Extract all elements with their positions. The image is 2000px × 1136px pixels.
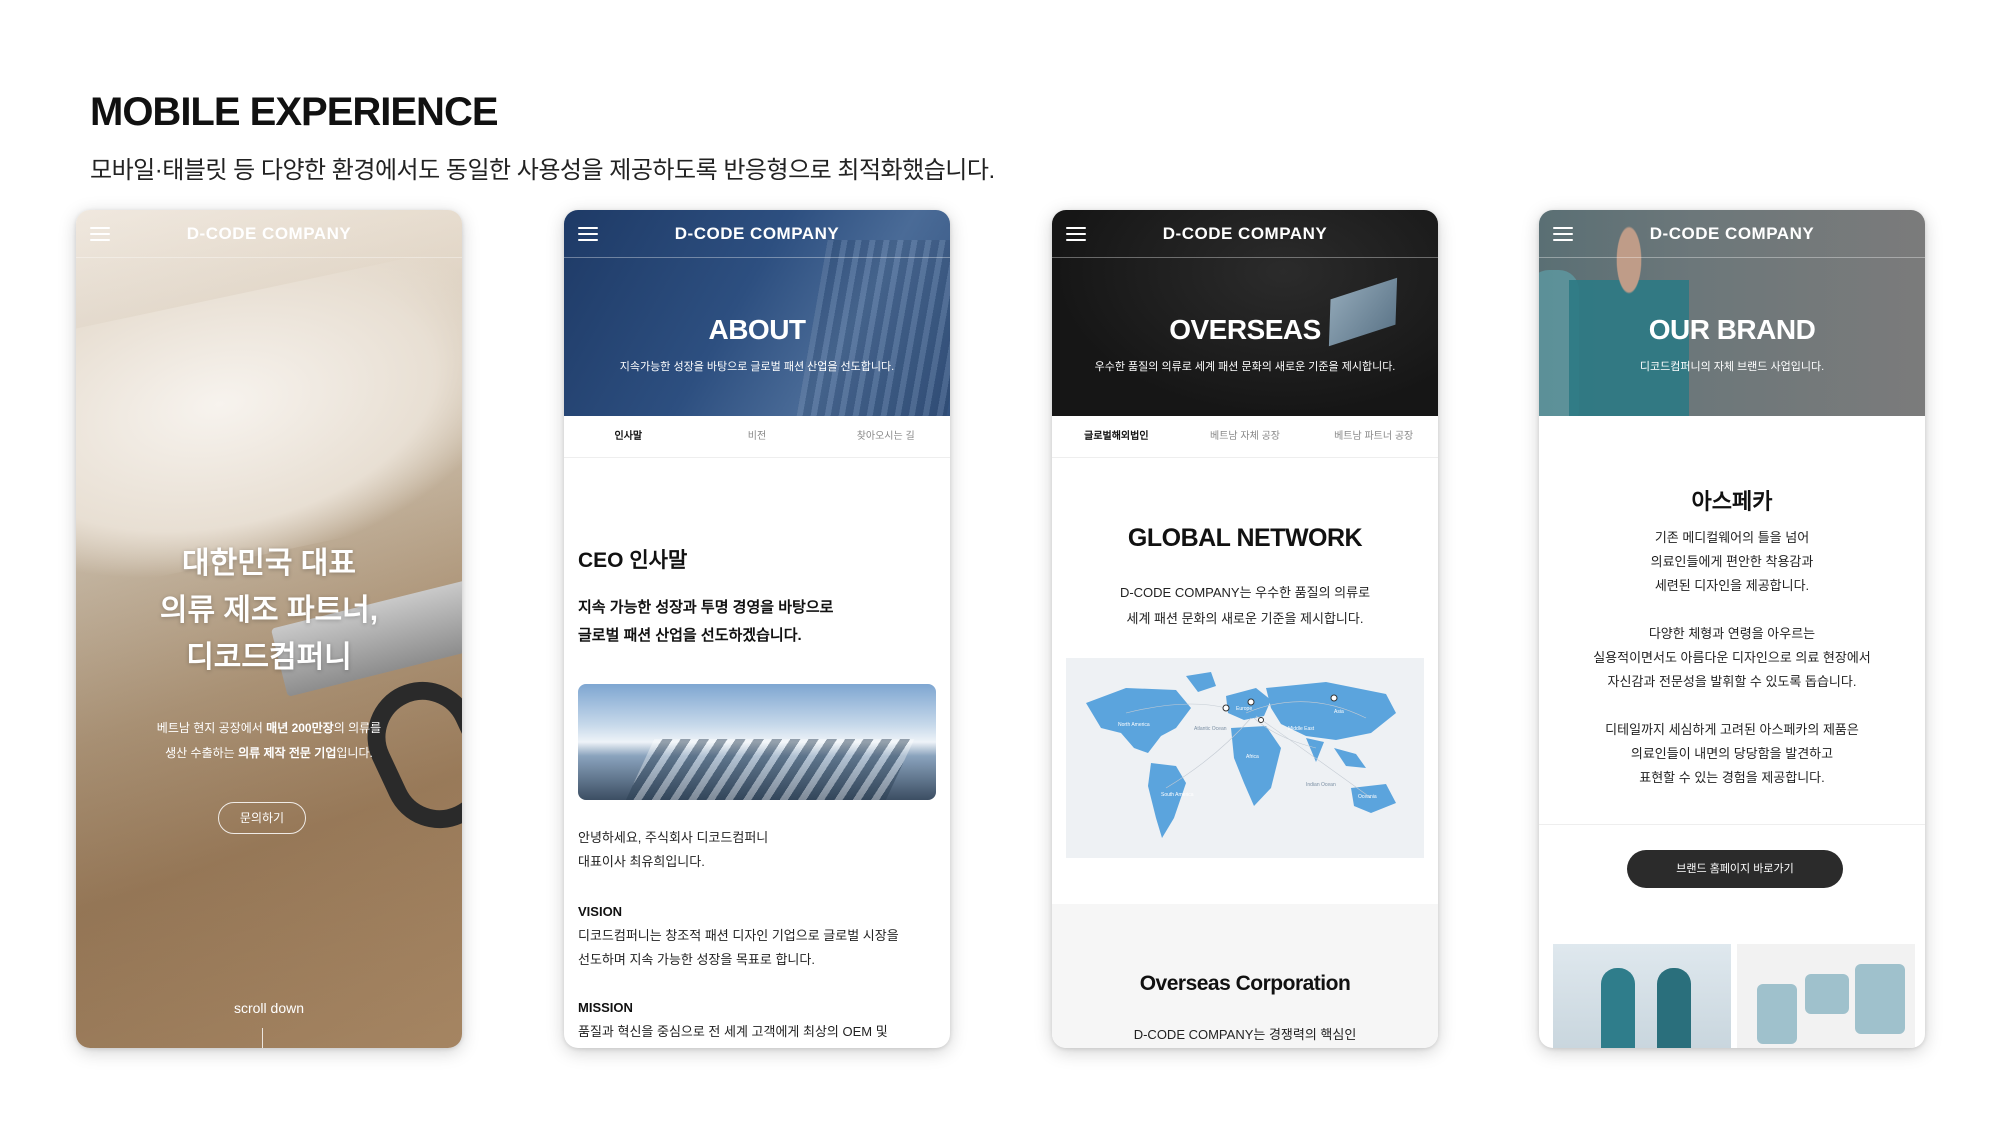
phone-screen-about: ABOUT 지속가능한 성장을 바탕으로 글로벌 패션 산업을 선도합니다. D… [564,210,950,1048]
phone-screen-our-brand: OUR BRAND 디코드컴퍼니의 자체 브랜드 사업입니다. D-CODE C… [1539,210,1925,1048]
tab-global-corporation[interactable]: 글로벌해외법인 [1052,416,1181,457]
hero-title: OUR BRAND [1648,314,1816,345]
hero-description: 디코드컴퍼니의 자체 브랜드 사업입니다. [1639,361,1825,373]
hero-title: ABOUT [708,314,806,345]
lead-text: 지속 가능한 성장과 투명 경영을 바탕으로 글로벌 패션 산업을 선도하겠습니… [578,599,834,644]
mission-label: MISSION [578,1000,633,1015]
scrubs-product-photo [1737,944,1915,1048]
world-map-graphic: North America South America Europe Asia … [1086,672,1396,838]
map-india [1306,738,1324,762]
map-pin-icon [1258,717,1264,723]
section-title: GLOBAL NETWORK [1127,524,1363,552]
greeting-text: 안녕하세요, 주식회사 디코드컴퍼니 대표이사 최유희입니다. [578,830,769,869]
map-label-south-america: South America [1161,792,1194,798]
phone-screen-main: D-CODE COMPANY 대한민국 대표 의류 제조 파트너, 디코드컴퍼니… [76,210,462,1048]
hero-description: 우수한 품질의 의류로 세계 패션 문화의 새로운 기준을 제시합니다. [1094,361,1396,373]
brand-logo[interactable]: D-CODE COMPANY [76,224,462,244]
top-bar: D-CODE COMPANY [1052,210,1438,258]
map-label-oceania: Oceania [1358,794,1377,800]
medical-staff-photo [1553,944,1731,1048]
tab-vietnam-partner-factory[interactable]: 베트남 파트너 공장 [1309,416,1438,457]
map-pin-icon [1330,694,1338,702]
page-heading: MOBILE EXPERIENCE [90,90,499,134]
map-label-atlantic: Atlantic Ocean [1194,726,1227,732]
brand-name: 아스페카 [1691,489,1773,514]
tab-vision[interactable]: 비전 [693,416,822,457]
map-label-north-america: North America [1118,722,1150,728]
map-pin-icon [1222,704,1230,712]
scroll-down-label[interactable]: scroll down [76,1000,462,1016]
map-asia [1266,682,1396,740]
map-label-europe: Europe [1236,706,1252,712]
brand-homepage-button[interactable]: 브랜드 홈페이지 바로가기 [1627,850,1843,888]
sub-tabs: 글로벌해외법인 베트남 자체 공장 베트남 파트너 공장 [1052,416,1438,458]
section-title: CEO 인사말 [578,549,688,572]
brand-paragraph-3: 디테일까지 세심하게 고려된 아스페카의 제품은 의료인들이 내면의 당당함을 발… [1605,722,1859,785]
vision-label: VISION [578,904,623,919]
brand-logo[interactable]: D-CODE COMPANY [564,224,950,244]
inquiry-button[interactable]: 문의하기 [218,802,306,834]
hero-description: 베트남 현지 공장에서 매년 200만장의 의류를 생산 수출하는 의류 제작 … [156,721,382,760]
hero-title: 대한민국 대표 의류 제조 파트너, 디코드컴퍼니 [159,547,379,674]
scroll-indicator-line [262,1028,263,1048]
tab-vietnam-own-factory[interactable]: 베트남 자체 공장 [1181,416,1310,457]
tab-greeting[interactable]: 인사말 [564,416,693,457]
section-description: D-CODE COMPANY는 우수한 품질의 의류로 세계 패션 문화의 새로… [1119,585,1371,626]
brand-paragraph-1: 기존 메디컬웨어의 틀을 넘어 의료인들에게 편안한 착용감과 세련된 디자인을 제… [1650,530,1814,593]
tab-directions[interactable]: 찾아오시는 길 [821,416,950,457]
map-label-africa: Africa [1246,754,1259,760]
divider [1539,824,1925,825]
page-subheading: 모바일·태블릿 등 다양한 환경에서도 동일한 사용성을 제공하도록 반응형으로… [90,157,995,184]
map-southeast-asia [1334,748,1366,768]
brand-logo[interactable]: D-CODE COMPANY [1539,224,1925,244]
map-greenland [1186,672,1216,692]
world-map: North America South America Europe Asia … [1066,658,1424,858]
hero-title: OVERSEAS [1169,314,1321,345]
top-bar: D-CODE COMPANY [564,210,950,258]
phone-screen-overseas: OVERSEAS 우수한 품질의 의류로 세계 패션 문화의 새로운 기준을 제… [1052,210,1438,1048]
map-pin-icon [1247,698,1255,706]
hero-description: 지속가능한 성장을 바탕으로 글로벌 패션 산업을 선도합니다. [619,361,895,373]
map-south-america [1148,763,1186,838]
brand-paragraph-2: 다양한 체형과 연령을 아우르는 실용적이면서도 아름다운 디자인으로 의료 현장… [1593,626,1871,689]
map-north-america [1086,688,1191,753]
corporation-description: D-CODE COMPANY는 경쟁력의 핵심인 [1133,1027,1357,1042]
brand-logo[interactable]: D-CODE COMPANY [1052,224,1438,244]
vision-text: 디코드컴퍼니는 창조적 패션 디자인 기업으로 글로벌 시장을 선도하며 지속 … [578,928,899,967]
mission-text: 품질과 혁신을 중심으로 전 세계 고객에게 최상의 OEM 및 [578,1024,888,1039]
map-africa [1231,726,1281,806]
top-bar: D-CODE COMPANY [76,210,462,258]
map-label-asia: Asia [1334,709,1344,715]
top-bar: D-CODE COMPANY [1539,210,1925,258]
sub-tabs: 인사말 비전 찾아오시는 길 [564,416,950,458]
map-label-indian: Indian Ocean [1306,782,1336,788]
corporation-title: Overseas Corporation [1139,972,1351,995]
map-label-middle-east: Middle East [1288,726,1315,732]
building-photo [578,684,936,800]
